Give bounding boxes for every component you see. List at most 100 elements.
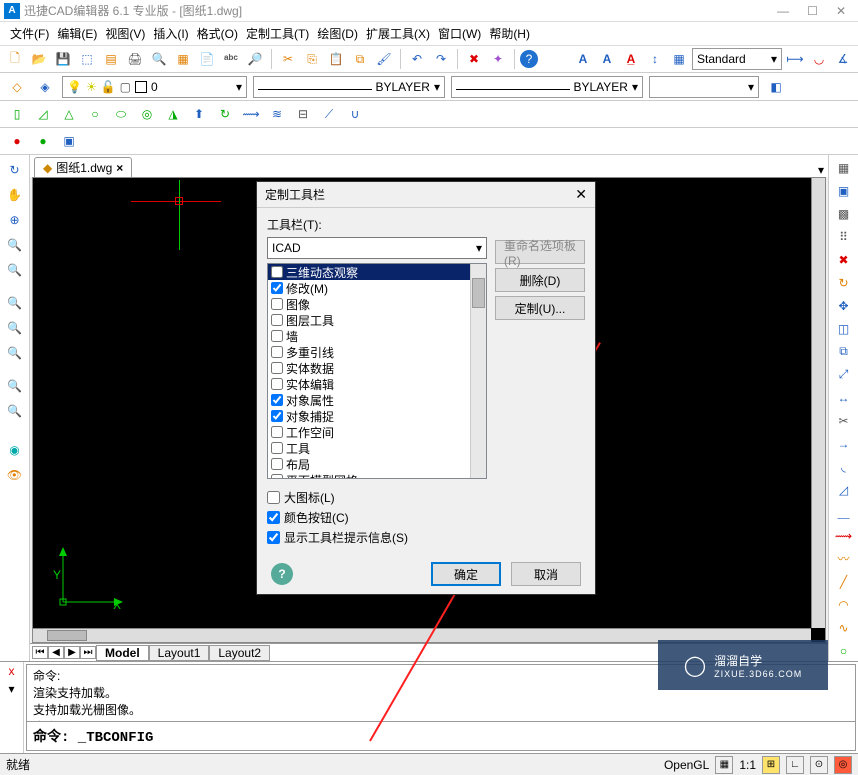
zoom-all-icon[interactable]: 🔍 bbox=[4, 234, 26, 256]
layer-state-icon[interactable]: ◈ bbox=[34, 76, 56, 98]
list-item-checkbox[interactable] bbox=[271, 458, 283, 470]
list-item[interactable]: 修改(M) bbox=[268, 280, 486, 296]
view-icon[interactable]: 👁 bbox=[4, 464, 26, 486]
spline-icon[interactable]: ∿ bbox=[833, 617, 855, 638]
erase-icon[interactable]: ✖ bbox=[463, 48, 485, 70]
list-item-checkbox[interactable] bbox=[271, 282, 283, 294]
dialog-close-icon[interactable]: ✕ bbox=[575, 186, 587, 203]
pan-icon[interactable]: ✋ bbox=[4, 184, 26, 206]
box-icon[interactable]: ▯ bbox=[6, 103, 28, 125]
explode-icon[interactable]: ✦ bbox=[487, 48, 509, 70]
trim-icon[interactable]: ✂ bbox=[833, 410, 855, 431]
dim-icon[interactable]: ↕ bbox=[644, 48, 666, 70]
scale-icon[interactable]: ⤢ bbox=[833, 364, 855, 385]
dim-rad-icon[interactable]: ◡ bbox=[808, 48, 830, 70]
move-icon[interactable]: ✥ bbox=[833, 295, 855, 316]
osnap-icon[interactable]: ◎ bbox=[834, 756, 852, 774]
copy-icon[interactable]: ⎘ bbox=[301, 48, 323, 70]
cmd-close-icon[interactable]: x bbox=[9, 664, 15, 678]
erase2-icon[interactable]: ✖ bbox=[833, 249, 855, 270]
list-item[interactable]: 对象捕捉 bbox=[268, 408, 486, 424]
maximize-button[interactable]: ☐ bbox=[807, 4, 818, 18]
text-style-combo[interactable]: Standard ▾ bbox=[692, 48, 782, 70]
polyline-icon[interactable]: 〰 bbox=[833, 548, 855, 569]
menu-format[interactable]: 格式(O) bbox=[197, 25, 238, 42]
tab-layout2[interactable]: Layout2 bbox=[209, 645, 270, 661]
zoom-prev-icon[interactable]: 🔍 bbox=[4, 292, 26, 314]
match-icon[interactable]: 🖌 bbox=[373, 48, 395, 70]
menu-tools[interactable]: 定制工具(T) bbox=[246, 25, 309, 42]
minimize-button[interactable]: — bbox=[777, 4, 789, 18]
tabs-dropdown-icon[interactable]: ▾ bbox=[818, 163, 824, 177]
new-icon[interactable]: 🗋 bbox=[4, 48, 26, 70]
menu-view[interactable]: 视图(V) bbox=[105, 25, 145, 42]
list-item-checkbox[interactable] bbox=[271, 474, 283, 479]
list-item-checkbox[interactable] bbox=[271, 330, 283, 342]
chamfer-icon[interactable]: ◿ bbox=[833, 479, 855, 500]
slice-icon[interactable]: ⟋ bbox=[318, 103, 340, 125]
zoom-obj-icon[interactable]: 🔍 bbox=[4, 400, 26, 422]
cone-icon[interactable]: △ bbox=[58, 103, 80, 125]
document-tab[interactable]: ◆ 图纸1.dwg × bbox=[34, 157, 132, 177]
list-item[interactable]: 平面模型网格 bbox=[268, 472, 486, 479]
zoom-win-icon[interactable]: 🔍 bbox=[4, 259, 26, 281]
rename-button[interactable]: 重命名选项板(R) bbox=[495, 240, 585, 264]
grid-icon[interactable]: ⊞ bbox=[762, 756, 780, 774]
spell-icon[interactable]: ᵃᵇᶜ bbox=[220, 48, 242, 70]
cmd-drop-icon[interactable]: ▾ bbox=[8, 682, 14, 696]
pdf-icon[interactable]: ▤ bbox=[100, 48, 122, 70]
material-icon[interactable]: ● bbox=[32, 130, 54, 152]
color-buttons-checkbox[interactable]: 颜色按钮(C) bbox=[267, 509, 487, 526]
open-icon[interactable]: 📂 bbox=[28, 48, 50, 70]
circle-icon[interactable]: ○ bbox=[833, 640, 855, 661]
listbox-scrollbar[interactable] bbox=[470, 264, 486, 478]
zoom-ctr-icon[interactable]: 🔍 bbox=[4, 375, 26, 397]
text-style-icon[interactable]: A̲ bbox=[620, 48, 642, 70]
mirror-icon[interactable]: ◫ bbox=[833, 318, 855, 339]
polar-icon[interactable]: ⊙ bbox=[810, 756, 828, 774]
tab-layout1[interactable]: Layout1 bbox=[149, 645, 210, 661]
toolbar-listbox[interactable]: 三维动态观察修改(M)图像图层工具墙多重引线实体数据实体编辑对象属性对象捕捉工作… bbox=[267, 263, 487, 479]
tab-model[interactable]: Model bbox=[96, 645, 149, 661]
save-icon[interactable]: 💾 bbox=[52, 48, 74, 70]
list-item-checkbox[interactable] bbox=[271, 362, 283, 374]
torus-icon[interactable]: ◎ bbox=[136, 103, 158, 125]
paste-icon[interactable]: 📋 bbox=[325, 48, 347, 70]
close-tab-icon[interactable]: × bbox=[116, 161, 123, 175]
array-icon[interactable]: ⠿ bbox=[833, 226, 855, 247]
text-a-icon[interactable]: A bbox=[572, 48, 594, 70]
menu-ext[interactable]: 扩展工具(X) bbox=[366, 25, 430, 42]
list-item-checkbox[interactable] bbox=[271, 410, 283, 422]
hatch-icon[interactable]: ▩ bbox=[833, 203, 855, 224]
revolve-icon[interactable]: ↻ bbox=[214, 103, 236, 125]
list-item-checkbox[interactable] bbox=[271, 266, 283, 278]
saveall-icon[interactable]: ⬚ bbox=[76, 48, 98, 70]
prev-tab-icon[interactable]: ◀ bbox=[48, 646, 64, 659]
join-icon[interactable]: ⟿ bbox=[833, 525, 855, 546]
list-item[interactable]: 工作空间 bbox=[268, 424, 486, 440]
color-combo[interactable]: ▾ bbox=[649, 76, 759, 98]
render-icon[interactable]: ● bbox=[6, 130, 28, 152]
ok-button[interactable]: 确定 bbox=[431, 562, 501, 586]
cyl-icon[interactable]: ⬭ bbox=[110, 103, 132, 125]
layer-manager-icon[interactable]: ◇ bbox=[6, 76, 28, 98]
zoom-in-icon[interactable]: ⊕ bbox=[4, 209, 26, 231]
paste-spec-icon[interactable]: ⧉ bbox=[349, 48, 371, 70]
text-a2-icon[interactable]: A bbox=[596, 48, 618, 70]
fillet-icon[interactable]: ◟ bbox=[833, 456, 855, 477]
wedge-icon[interactable]: ◿ bbox=[32, 103, 54, 125]
close-button[interactable]: ✕ bbox=[836, 4, 846, 18]
list-item-checkbox[interactable] bbox=[271, 314, 283, 326]
list-item[interactable]: 墙 bbox=[268, 328, 486, 344]
ortho-icon[interactable]: ∟ bbox=[786, 756, 804, 774]
extrude-icon[interactable]: ⬆ bbox=[188, 103, 210, 125]
list-item-checkbox[interactable] bbox=[271, 442, 283, 454]
find-icon[interactable]: 🔎 bbox=[244, 48, 266, 70]
pyramid-icon[interactable]: ◮ bbox=[162, 103, 184, 125]
union-icon[interactable]: ∪ bbox=[344, 103, 366, 125]
list-item[interactable]: 多重引线 bbox=[268, 344, 486, 360]
block-icon[interactable]: ▣ bbox=[833, 180, 855, 201]
menu-help[interactable]: 帮助(H) bbox=[489, 25, 530, 42]
list-item-checkbox[interactable] bbox=[271, 394, 283, 406]
extend-icon[interactable]: → bbox=[833, 433, 855, 454]
